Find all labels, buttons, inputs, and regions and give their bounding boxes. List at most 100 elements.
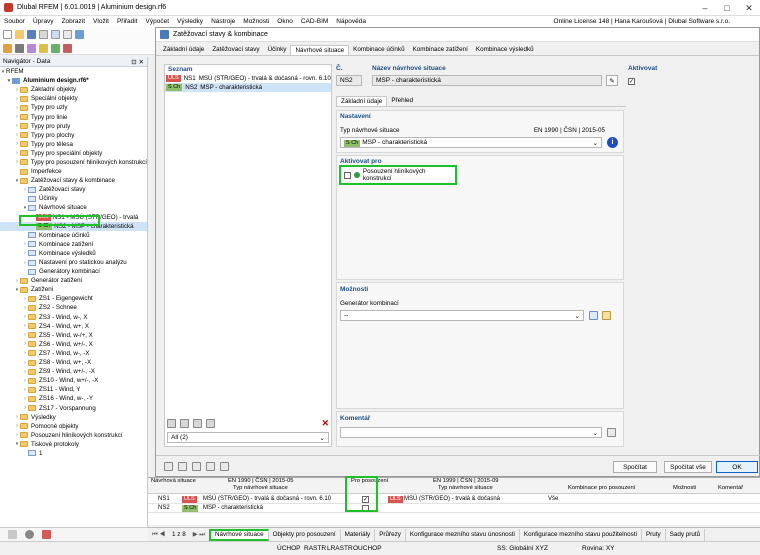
help-icon[interactable] [164,462,173,471]
tree-item[interactable]: › Typy pro plochy [0,131,147,140]
activate-checkbox[interactable]: ✓ [628,78,635,85]
tree-root[interactable]: ▾ RFEM [0,67,147,76]
tree-item[interactable]: › ZS1 - Eigengewicht [0,294,147,303]
tree-item[interactable]: Generátory kombinací [0,267,147,276]
tree-item[interactable]: › ZS2 - Schnee [0,303,147,312]
new-file-icon[interactable] [3,29,12,39]
member-tool-icon[interactable] [27,43,36,53]
tree-item[interactable]: › Speciální objekty [0,94,147,103]
edit-name-icon[interactable]: ✎ [606,75,618,86]
sheet-tab-sls-config[interactable]: Konfigurace mezního stavu použitelnosti [520,528,642,541]
status-uchop[interactable]: ÚCHOP [277,545,300,552]
tree-item[interactable]: › ZS9 - Wind, w+/-, -X [0,367,147,376]
tree-item[interactable]: › ZS4 - Wind, w+, X [0,322,147,331]
tree-item[interactable]: › ZS8 - Wind, w+, -X [0,358,147,367]
sheet-tab-uls-config[interactable]: Konfigurace mezního stavu únosnosti [406,528,520,541]
tree-item[interactable]: › Typy pro linie [0,112,147,121]
pager-first-prev-icons[interactable]: ⏮ ◀ [148,531,169,539]
menu-vlozit[interactable]: Vložit [89,18,113,25]
tree-item[interactable]: › ZS10 - Wind, w+/-, -X [0,376,147,385]
table-row[interactable]: NS2 S Ch MSP - charakteristická [148,504,760,513]
menu-nastroje[interactable]: Nástroje [207,18,239,25]
tree-item[interactable]: 1 [0,449,147,458]
generator-select[interactable]: -- ⌄ [340,310,584,321]
menu-moznosti[interactable]: Možnosti [239,18,273,25]
tree-item[interactable]: Imperfekce [0,167,147,176]
renumber-icon[interactable] [193,418,202,428]
tree-item[interactable]: Účinky [0,194,147,203]
pager-next-last-icons[interactable]: ▶ ⏭ [189,531,209,539]
calculate-all-button[interactable]: Spočítat vše [664,461,712,473]
inner-tab-overview[interactable]: Přehled [387,96,417,106]
tab-zatezovaci-stavy[interactable]: Zatěžovací stavy [208,45,263,55]
tree-item[interactable]: › Kombinace zatížení [0,240,147,249]
tab-kombinace-zatizeni[interactable]: Kombinace zatížení [409,45,472,55]
tree-item[interactable]: › Typy pro tělesa [0,140,147,149]
tab-navrhove-situace[interactable]: Návrhové situace [290,45,350,55]
open-folder-icon[interactable] [15,29,24,39]
tree-item[interactable]: › Posouzení hliníkových konstrukcí [0,431,147,440]
status-lrastr[interactable]: LRASTR [327,545,353,552]
sheet-tab-design-situations[interactable]: Návrhové situace [208,528,269,541]
support-tool-icon[interactable] [39,43,48,53]
data-tab-icon[interactable] [8,530,17,539]
aluminium-design-checkbox[interactable] [344,171,351,179]
tree-item[interactable]: › ZS3 - Wind, w-, X [0,313,147,322]
tree-item[interactable]: › ZS7 - Wind, w-, -X [0,349,147,358]
sheet-tab-objects[interactable]: Objekty pro posouzení [269,528,341,541]
tab-kombinace-ucinku[interactable]: Kombinace účinků [349,45,408,55]
menu-upravy[interactable]: Úpravy [29,18,58,25]
tab-kombinace-vysledku[interactable]: Kombinace výsledků [472,45,538,55]
menu-okno[interactable]: Okno [273,18,297,25]
menu-priradit[interactable]: Přiřadit [113,18,142,25]
aluminium-design-option[interactable]: Posouzení hliníkových konstrukcí [339,165,457,185]
close-window-button[interactable]: ✕ [738,0,760,16]
save-icon[interactable] [27,29,36,39]
info-icon[interactable]: i [607,137,618,148]
tree-item[interactable]: › Typy pro uzly [0,103,147,112]
expand-icon[interactable]: › [14,159,20,165]
ok-button[interactable]: OK [716,461,758,473]
type-select[interactable]: S Ch MSP - charakteristická ⌄ [340,137,602,148]
load-tool-icon[interactable] [63,43,72,53]
tree-item[interactable]: ▾ Zatěžovací stavy & kombinace [0,176,147,185]
sheet-tab-member-sets[interactable]: Sady prutů [666,528,706,541]
menu-soubor[interactable]: Soubor [0,18,29,25]
tree-item[interactable]: Kombinace účinků [0,231,147,240]
report-icon[interactable] [51,29,60,39]
new-item-icon[interactable] [167,418,176,428]
navigator-pin-close-icons[interactable]: ⊡ ✕ [131,58,144,66]
menu-napoveda[interactable]: Nápověda [332,18,370,25]
export-icon[interactable] [220,462,229,471]
tab-ucinky[interactable]: Účinky [264,45,291,55]
menu-vypocet[interactable]: Výpočet [142,18,174,25]
tree-item[interactable]: ▾ Tiskové protokoly [0,440,147,449]
tree-item[interactable]: › Typy pro speciální objekty [0,149,147,158]
menu-vysledky[interactable]: Výsledky [173,18,207,25]
tree-item[interactable]: › Generátor zatížení [0,276,147,285]
comment-input[interactable]: ⌄ [340,427,602,438]
surface-tool-icon[interactable] [51,43,60,53]
table-icon[interactable] [63,29,72,39]
tree-item[interactable]: › ZS11 - Wind, Y [0,385,147,394]
tree-item[interactable]: › ZS16 - Wind, w-, -Y [0,394,147,403]
sort-icon[interactable] [206,418,215,428]
tree-item[interactable]: ▾ Návrhové situace [0,203,147,212]
sheet-tab-sections[interactable]: Průřezy [375,528,406,541]
sheet-tab-materials[interactable]: Materiály [341,528,376,541]
tree-item[interactable]: › ZS6 - Wind, w+/-, X [0,340,147,349]
maximize-button[interactable]: □ [716,0,738,16]
views-tab-icon[interactable] [42,530,51,539]
list-item[interactable]: S Ch NS2 MSP - charakteristická [165,83,331,92]
comment-edit-icon[interactable] [607,428,616,437]
tree-file[interactable]: ▾ Aluminium design.rf6* [0,76,147,85]
edit-generator-icon[interactable] [602,311,611,320]
tree-item[interactable]: › Základní objekty [0,85,147,94]
tree-item[interactable]: › Typy pro posouzení hliníkových konstruk… [0,158,147,167]
tree-item[interactable]: › Zatěžovací stavy [0,185,147,194]
inner-tab-basic[interactable]: Základní údaje [336,96,388,106]
list-item[interactable]: ULS NS1 MSÚ (STR/GEO) - trvalá & dočasná -… [165,74,331,83]
new-generator-icon[interactable] [589,311,598,320]
tree-item[interactable]: › Pomocné objekty [0,422,147,431]
status-ouchop[interactable]: OUCHOP [353,545,382,552]
